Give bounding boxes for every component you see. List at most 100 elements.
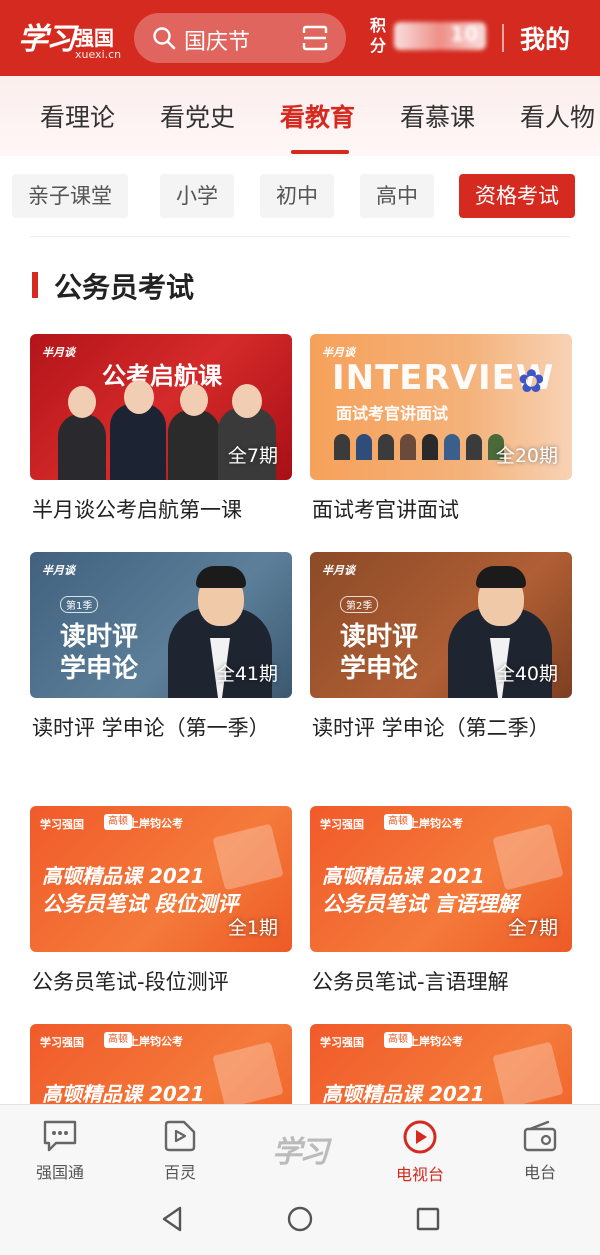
figure-icon — [378, 434, 394, 460]
figure-icon — [334, 434, 350, 460]
home-icon[interactable] — [286, 1205, 314, 1233]
tab-education[interactable]: 看教育 — [280, 98, 355, 134]
brand-logo: 半月谈 — [42, 346, 75, 359]
active-tab-indicator — [291, 150, 349, 154]
host-face — [232, 384, 262, 418]
thumbnail-title: 高顿精品课 2021 — [322, 864, 485, 888]
search-box[interactable]: 国庆节 — [134, 13, 346, 63]
figure-icon — [444, 434, 460, 460]
app-logo[interactable]: 学习 强国 xuexi.cn — [18, 12, 122, 64]
chip-junior-high[interactable]: 初中 — [260, 174, 334, 218]
points-value[interactable]: 10 — [394, 22, 486, 50]
host-figure — [58, 414, 106, 480]
recents-icon[interactable] — [414, 1205, 442, 1233]
section-marker — [32, 272, 38, 298]
brand-subtitle: 上岸钧公考 — [128, 1035, 183, 1048]
episode-count: 全1期 — [227, 917, 278, 939]
top-bar: 学习 强国 xuexi.cn 国庆节 积分 10 我的 — [0, 0, 600, 76]
brand-logo: 半月谈 — [42, 564, 75, 577]
book-graphic — [212, 1041, 284, 1109]
book-graphic — [492, 1041, 564, 1109]
thumbnail-title: 高顿精品课 2021 — [322, 1082, 485, 1106]
season-badge: 第2季 — [340, 596, 379, 613]
xuexi-logo[interactable]: 学习 — [272, 1127, 329, 1171]
flower-icon: ✿ — [518, 362, 545, 400]
category-tabs: 看理论 看党史 看教育 看慕课 看人物 — [0, 76, 600, 156]
host-face — [180, 384, 208, 416]
thumbnail-subtitle: 公务员笔试 言语理解 — [322, 892, 519, 916]
chip-senior-high[interactable]: 高中 — [360, 174, 434, 218]
chip-qualification-exam[interactable]: 资格考试 — [459, 174, 575, 218]
points-number: 10 — [450, 22, 478, 46]
nav-qiangguotong[interactable]: 强国通 — [20, 1119, 100, 1183]
brand-subtitle: 上岸钧公考 — [128, 817, 183, 830]
season-badge: 第1季 — [60, 596, 99, 613]
logo-domain: xuexi.cn — [75, 48, 122, 61]
course-title[interactable]: 读时评 学申论（第一季） — [32, 710, 294, 747]
host-hair — [476, 566, 526, 588]
book-graphic — [492, 823, 564, 891]
nav-tv[interactable]: 电视台 — [380, 1119, 460, 1185]
course-title[interactable]: 公务员笔试-言语理解 — [312, 964, 574, 1001]
episode-count: 全7期 — [227, 445, 278, 467]
figure-icon — [400, 434, 416, 460]
nav-label: 电视台 — [395, 1165, 444, 1184]
header-divider — [502, 24, 504, 52]
divider — [30, 236, 570, 237]
mine-button[interactable]: 我的 — [520, 20, 570, 56]
host-hair — [196, 566, 246, 588]
brand-logo: 学习强国 — [320, 1036, 364, 1049]
brand-subtitle: 上岸钧公考 — [408, 1035, 463, 1048]
brand-logo: 半月谈 — [322, 564, 355, 577]
nav-bailing[interactable]: 百灵 — [140, 1119, 220, 1183]
brand-logo: 学习强国 — [320, 818, 364, 831]
thumbnail-subtitle: 学申论 — [60, 654, 139, 684]
tab-people[interactable]: 看人物 — [520, 98, 595, 134]
nav-label: 电台 — [523, 1163, 556, 1182]
play-circle-icon — [403, 1120, 437, 1154]
search-icon — [153, 27, 176, 50]
tab-theory[interactable]: 看理论 — [40, 98, 115, 134]
thumbnail-subtitle: 学申论 — [340, 654, 419, 684]
tab-mooc[interactable]: 看慕课 — [400, 98, 475, 134]
course-thumbnail[interactable]: 学习强国 高顿 上岸钧公考 高顿精品课 2021 公务员笔试 言语理解 全7期 — [310, 806, 572, 952]
host-figure — [168, 410, 220, 480]
episode-count: 全7期 — [507, 917, 558, 939]
scan-icon[interactable] — [302, 25, 328, 51]
search-placeholder: 国庆节 — [184, 30, 251, 55]
figure-icon — [356, 434, 372, 460]
points-label: 积分 — [370, 16, 387, 55]
host-face — [68, 386, 96, 418]
course-thumbnail[interactable]: 半月谈 第1季 读时评 学申论 全41期 — [30, 552, 292, 698]
episode-count: 全20期 — [495, 445, 558, 467]
logo-script: 学习 — [18, 22, 76, 57]
nav-radio[interactable]: 电台 — [500, 1119, 580, 1183]
nav-label: 百灵 — [163, 1163, 196, 1182]
host-figure — [110, 404, 166, 480]
course-thumbnail[interactable]: 半月谈 第2季 读时评 学申论 全40期 — [310, 552, 572, 698]
course-title[interactable]: 半月谈公考启航第一课 — [32, 492, 294, 529]
bottom-nav: 强国通 百灵 学习 电视台 电台 — [0, 1104, 600, 1255]
figure-icon — [466, 434, 482, 460]
radio-icon — [523, 1120, 557, 1152]
tab-party-history[interactable]: 看党史 — [160, 98, 235, 134]
course-thumbnail[interactable]: 学习强国 高顿 上岸钧公考 高顿精品课 2021 公务员笔试 段位测评 全1期 — [30, 806, 292, 952]
episode-count: 全40期 — [495, 663, 558, 685]
thumbnail-subtitle: 面试考官讲面试 — [336, 404, 449, 423]
brand-subtitle: 上岸钧公考 — [408, 817, 463, 830]
chip-parent-child[interactable]: 亲子课堂 — [12, 174, 128, 218]
course-thumbnail[interactable]: 半月谈 公考启航课 全7期 — [30, 334, 292, 480]
course-title[interactable]: 面试考官讲面试 — [312, 492, 574, 529]
back-icon[interactable] — [158, 1205, 186, 1233]
chip-primary[interactable]: 小学 — [160, 174, 234, 218]
figure-icon — [422, 434, 438, 460]
host-face — [124, 380, 154, 414]
course-thumbnail[interactable]: 半月谈 INTERVIEW 面试考官讲面试 ✿ 全20期 — [310, 334, 572, 480]
chat-icon — [43, 1120, 77, 1152]
course-title[interactable]: 公务员笔试-段位测评 — [32, 964, 294, 1001]
episode-count: 全41期 — [215, 663, 278, 685]
book-graphic — [212, 823, 284, 891]
course-title[interactable]: 读时评 学申论（第二季） — [312, 710, 574, 747]
thumbnail-title: 高顿精品课 2021 — [42, 1082, 205, 1106]
play-tag-icon — [164, 1120, 196, 1152]
